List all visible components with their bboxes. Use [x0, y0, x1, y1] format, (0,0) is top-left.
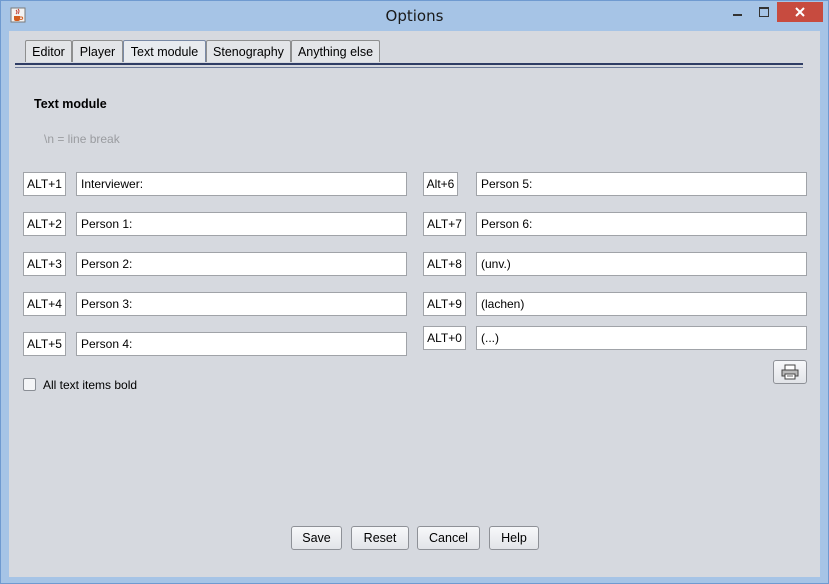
text-item-alt3-input[interactable]: [76, 252, 407, 276]
tab-stenography[interactable]: Stenography: [206, 40, 291, 62]
shortcut-label-alt6: Alt+6: [423, 172, 458, 196]
shortcut-label-alt8: ALT+8: [423, 252, 466, 276]
line-break-hint: \n = line break: [44, 132, 120, 146]
reset-button[interactable]: Reset: [351, 526, 409, 550]
text-item-alt0-input[interactable]: [476, 326, 807, 350]
text-item-alt4-input[interactable]: [76, 292, 407, 316]
tab-editor[interactable]: Editor: [25, 40, 72, 62]
shortcut-label-alt1: ALT+1: [23, 172, 66, 196]
text-item-alt2-input[interactable]: [76, 212, 407, 236]
print-button[interactable]: [773, 360, 807, 384]
help-button[interactable]: Help: [489, 526, 539, 550]
maximize-icon[interactable]: [750, 2, 776, 22]
close-glyph-icon: [795, 7, 805, 17]
window-title: Options: [385, 7, 444, 25]
minimize-icon[interactable]: [723, 2, 749, 22]
close-icon[interactable]: [777, 2, 823, 22]
shortcut-label-alt3: ALT+3: [23, 252, 66, 276]
tab-divider-secondary: [15, 67, 803, 68]
cancel-button[interactable]: Cancel: [417, 526, 480, 550]
tab-text-module[interactable]: Text module: [123, 40, 206, 62]
text-item-alt1-input[interactable]: [76, 172, 407, 196]
shortcut-label-alt7: ALT+7: [423, 212, 466, 236]
tab-divider: [15, 63, 803, 65]
tab-anything-else[interactable]: Anything else: [291, 40, 380, 62]
title-bar[interactable]: Options: [1, 1, 828, 31]
shortcut-label-alt9: ALT+9: [423, 292, 466, 316]
text-item-alt8-input[interactable]: [476, 252, 807, 276]
bold-items-label[interactable]: All text items bold: [43, 378, 137, 392]
bold-items-checkbox[interactable]: [23, 378, 36, 391]
shortcut-label-alt2: ALT+2: [23, 212, 66, 236]
options-window: Options Editor Player Text module Stenog…: [0, 0, 829, 584]
shortcut-label-alt0: ALT+0: [423, 326, 466, 350]
text-item-alt5-input[interactable]: [76, 332, 407, 356]
text-item-alt6-input[interactable]: [476, 172, 807, 196]
shortcut-label-alt5: ALT+5: [23, 332, 66, 356]
section-title: Text module: [34, 97, 107, 111]
tab-player[interactable]: Player: [72, 40, 123, 62]
text-item-alt7-input[interactable]: [476, 212, 807, 236]
options-panel: Editor Player Text module Stenography An…: [9, 31, 820, 577]
text-item-alt9-input[interactable]: [476, 292, 807, 316]
save-button[interactable]: Save: [291, 526, 342, 550]
printer-icon: [781, 364, 799, 380]
shortcut-label-alt4: ALT+4: [23, 292, 66, 316]
